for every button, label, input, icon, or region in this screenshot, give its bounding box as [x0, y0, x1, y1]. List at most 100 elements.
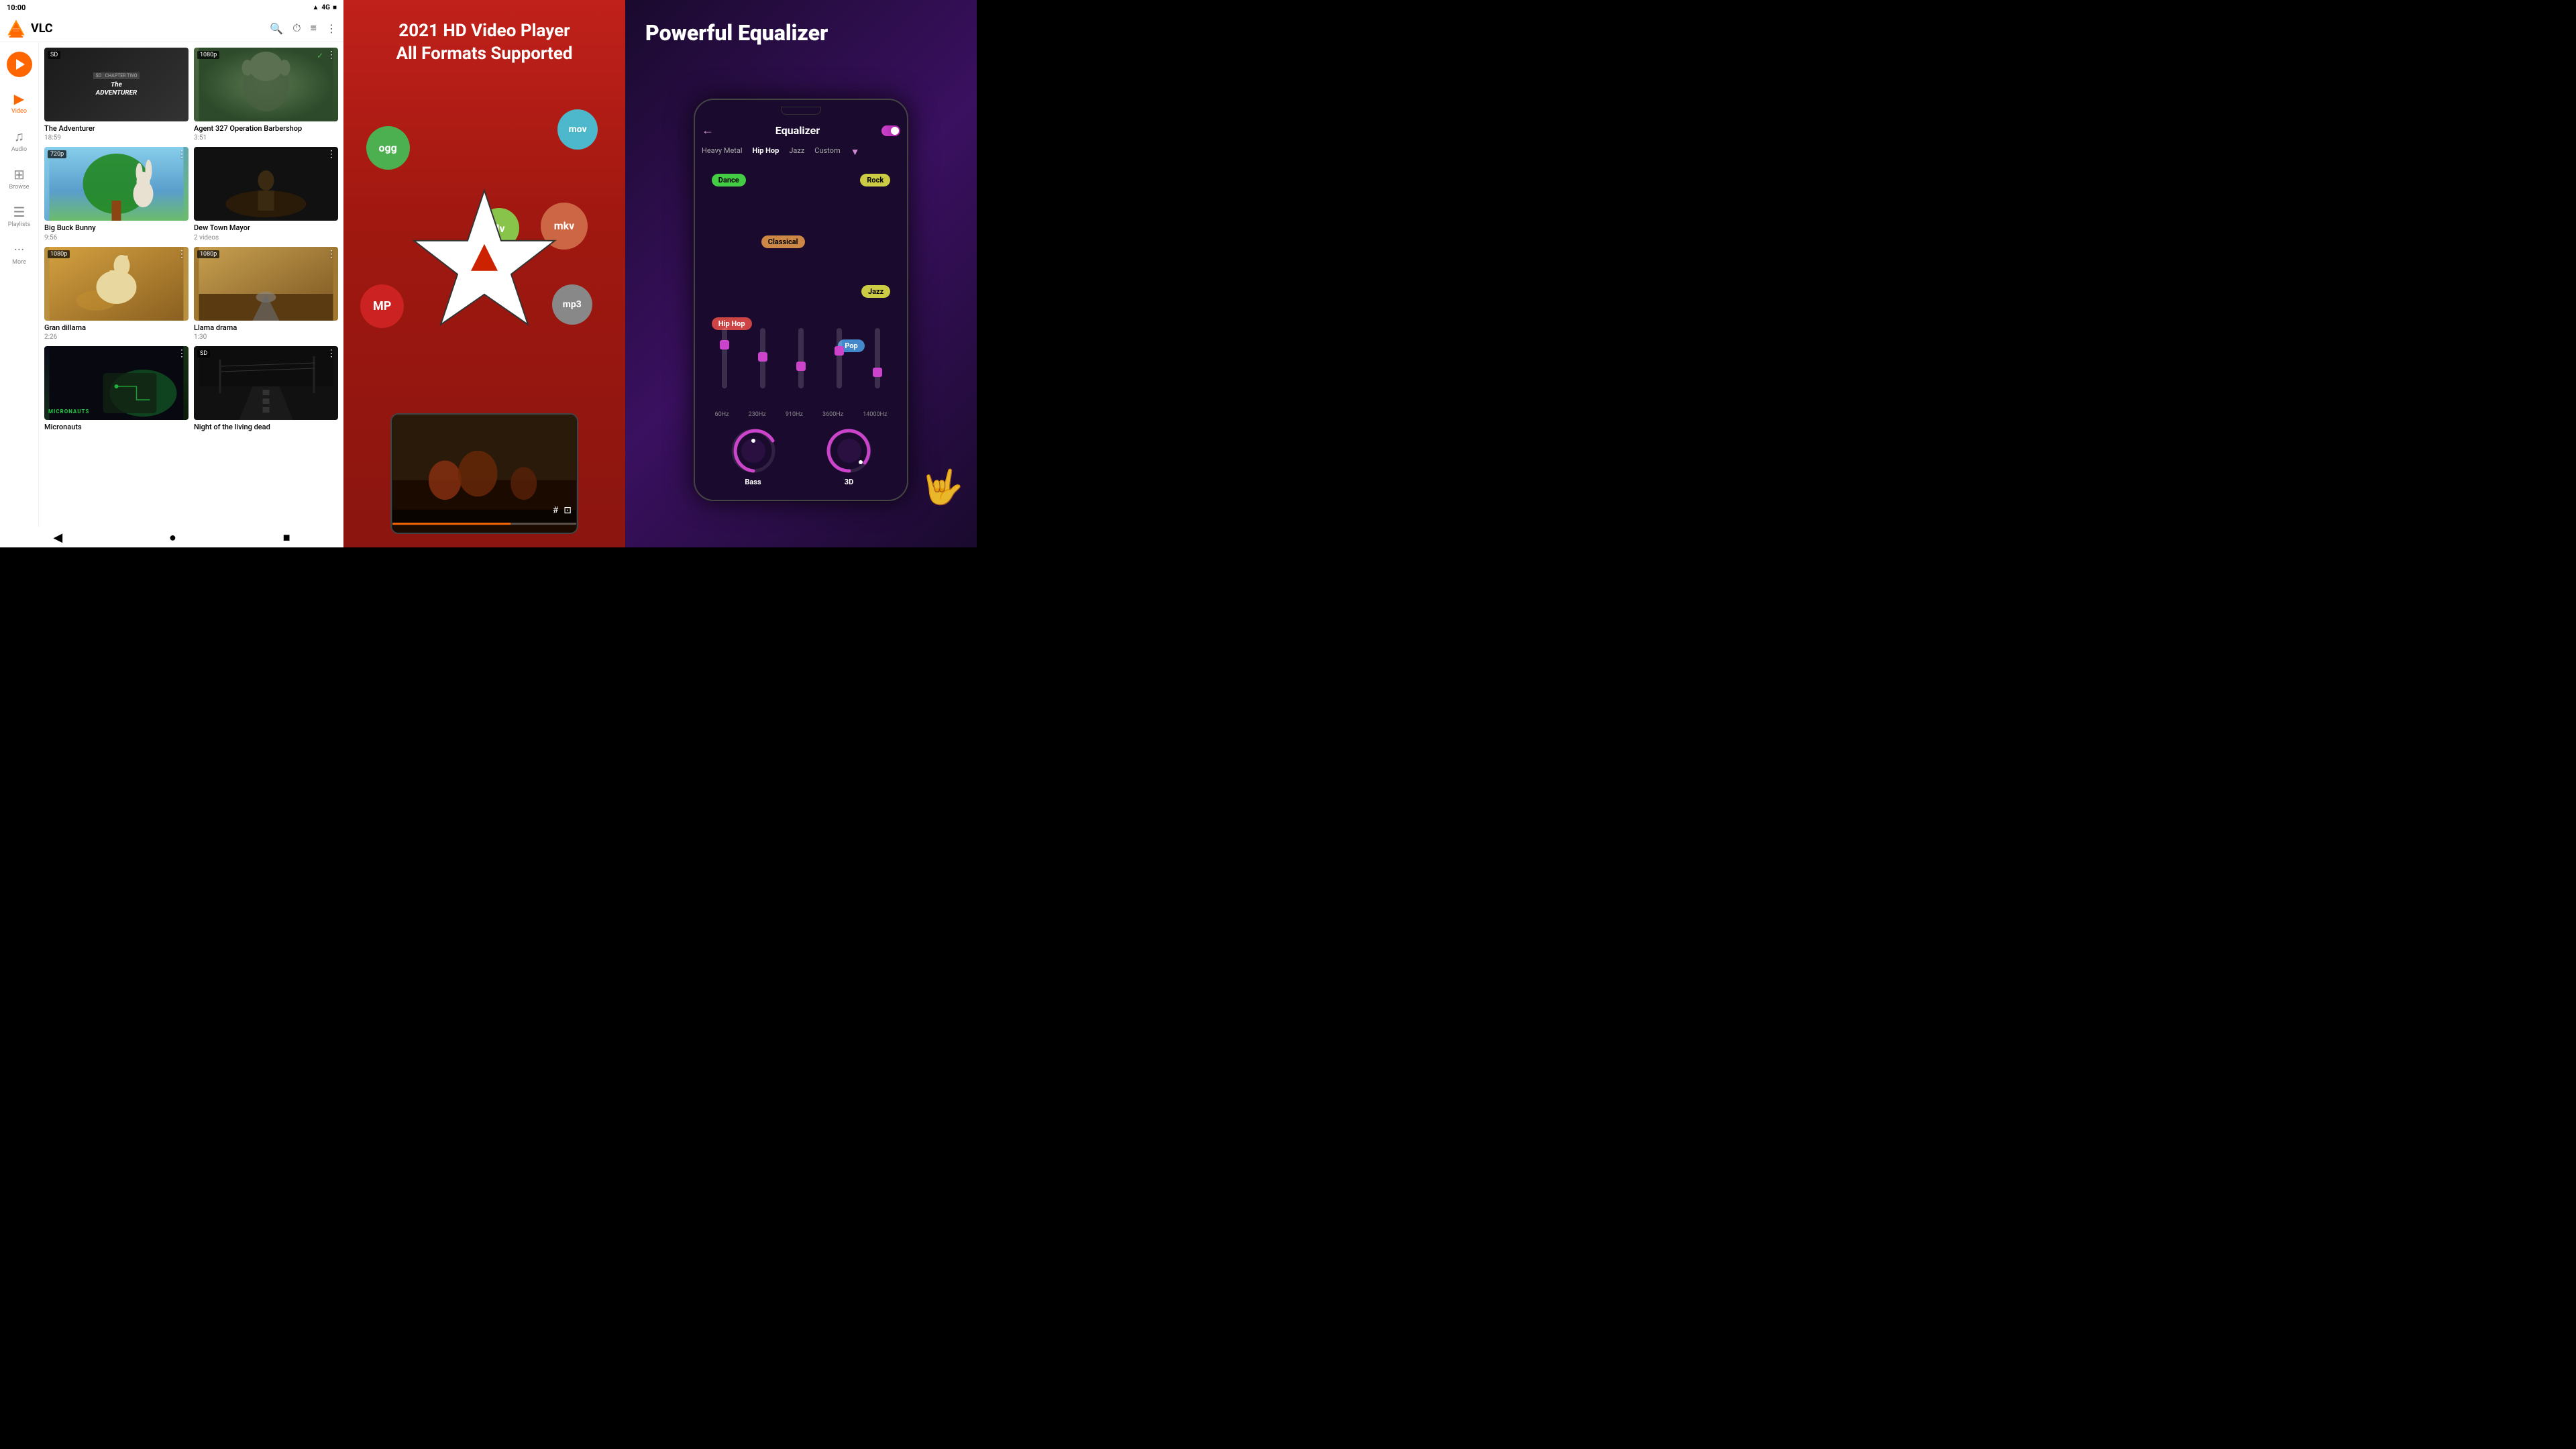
eq-back-icon[interactable]: ← [702, 123, 714, 138]
video-sub-adventurer: 18:59 [44, 134, 189, 142]
video-card-gran[interactable]: 1080p ⋮ Gran dillama 2:26 [44, 247, 189, 341]
home-button[interactable]: ● [169, 531, 176, 545]
video-sub-agent: 3:51 [194, 134, 338, 142]
video-title-gran: Gran dillama [44, 323, 189, 333]
video-thumb-llama: 1080p ⋮ [194, 247, 338, 321]
sidebar-item-more[interactable]: ··· More [0, 236, 38, 271]
promo-title-line2: All Formats Supported [396, 43, 572, 66]
eq-panel-title: Powerful Equalizer [625, 0, 977, 52]
slider-thumb-230hz [758, 352, 767, 362]
equalizer-panel: Powerful Equalizer ← Equalizer Heavy Met… [625, 0, 977, 547]
video-grid: SD CHAPTER TWO TheADVENTURER SD The Adve… [39, 42, 343, 527]
format-bubble-mov: mov [557, 109, 598, 150]
playlists-nav-icon: ☰ [13, 204, 25, 220]
slider-thumb-3600hz [835, 346, 844, 356]
slider-910hz [798, 328, 804, 409]
preset-heavymetal[interactable]: Heavy Metal [702, 146, 743, 158]
video-card-night[interactable]: SD ⋮ Night of the living dead [194, 346, 338, 433]
player-grid-icon[interactable]: # [553, 505, 559, 516]
video-title-agent: Agent 327 Operation Barbershop [194, 124, 338, 133]
video-thumb-night: SD ⋮ [194, 346, 338, 420]
preset-dropdown-icon[interactable]: ▼ [851, 146, 860, 158]
check-icon-agent: ✓ [317, 51, 323, 60]
video-thumb-gran: 1080p ⋮ [44, 247, 189, 321]
video-card-bigbuck[interactable]: 720p ⋮ Big Buck Bunny 9:56 [44, 147, 189, 241]
format-bubble-ogg: ogg [366, 126, 410, 170]
video-title-micronauts: Micronauts [44, 423, 189, 432]
video-thumb-adventurer: SD CHAPTER TWO TheADVENTURER SD [44, 48, 189, 121]
back-button[interactable]: ◀ [53, 531, 62, 545]
freq-60hz: 60Hz [715, 411, 729, 418]
play-button[interactable] [7, 52, 32, 77]
history-icon[interactable]: ⏱ [292, 21, 301, 35]
menu-icon-gran[interactable]: ⋮ [177, 249, 186, 260]
eq-header-title: Equalizer [775, 124, 820, 137]
menu-icon-llama[interactable]: ⋮ [327, 249, 336, 260]
app-title: VLC [31, 21, 270, 36]
format-bubble-mp: MP [360, 284, 404, 328]
preset-jazz[interactable]: Jazz [789, 146, 804, 158]
sidebar-item-video[interactable]: ▶ Video [0, 85, 38, 120]
slider-3600hz [837, 328, 842, 409]
badge-sd-night: SD [197, 350, 210, 358]
star-logo [404, 184, 565, 347]
video-thumb-dew: ⋮ [194, 147, 338, 221]
slider-60hz [722, 328, 727, 409]
slider-thumb-910hz [796, 362, 806, 371]
freq-230hz: 230Hz [749, 411, 766, 418]
sidebar-item-playlists[interactable]: ☰ Playlists [0, 199, 38, 233]
hand-cursor: 🤟 [922, 468, 963, 507]
search-icon[interactable]: 🔍 [270, 22, 283, 35]
promo-title-line1: 2021 HD Video Player [396, 20, 572, 43]
eq-phone-area: ← Equalizer Heavy Metal Hip Hop Jazz Cus… [625, 52, 977, 547]
video-card-agent[interactable]: 1080p ✓ ⋮ Agent 327 Operation Barbershop… [194, 48, 338, 142]
promo-text: 2021 HD Video Player All Formats Support… [382, 0, 586, 79]
badge-1080p-gran: 1080p [48, 250, 70, 258]
bass-knob-label: Bass [745, 478, 761, 486]
video-nav-label: Video [11, 108, 27, 115]
video-card-micronauts[interactable]: MICRONAUTS ⋮ Micronauts [44, 346, 189, 433]
bass-knob[interactable] [730, 427, 777, 474]
recents-button[interactable]: ■ [283, 531, 290, 545]
freq-3600hz: 3600Hz [822, 411, 843, 418]
menu-icon-night[interactable]: ⋮ [327, 348, 336, 359]
sidebar-item-browse[interactable]: ⊞ Browse [0, 161, 38, 196]
status-time: 10:00 [7, 3, 25, 12]
eq-knobs: Bass 3D [702, 421, 900, 493]
video-title-night: Night of the living dead [194, 423, 338, 432]
genre-tag-jazz: Jazz [861, 285, 890, 298]
phone-preview: # ⊡ [390, 413, 578, 534]
promo-panel: 2021 HD Video Player All Formats Support… [343, 0, 625, 547]
header-icons: 🔍 ⏱ ≡ ⋮ [270, 21, 337, 35]
audio-nav-label: Audio [11, 146, 27, 153]
video-title-dew: Dew Town Mayor [194, 223, 338, 233]
menu-icon-dew[interactable]: ⋮ [327, 149, 336, 160]
menu-icon-agent[interactable]: ⋮ [327, 50, 336, 60]
eq-toggle[interactable] [881, 125, 900, 136]
freq-14000hz: 14000Hz [863, 411, 887, 418]
sidebar: ▶ Video ♫ Audio ⊞ Browse ☰ Playlists ···… [0, 42, 39, 527]
browse-nav-icon: ⊞ [13, 166, 25, 182]
slider-track-230hz[interactable] [760, 328, 765, 388]
menu-icon-micronauts[interactable]: ⋮ [177, 348, 186, 359]
player-cast-icon[interactable]: ⊡ [564, 505, 572, 516]
video-thumb-bigbuck: 720p ⋮ [44, 147, 189, 221]
sort-icon[interactable]: ≡ [311, 21, 317, 35]
slider-track-14000hz[interactable] [875, 328, 880, 388]
preset-hiphop[interactable]: Hip Hop [753, 146, 780, 158]
sidebar-item-audio[interactable]: ♫ Audio [0, 123, 38, 158]
preset-custom[interactable]: Custom [814, 146, 840, 158]
video-card-adventurer[interactable]: SD CHAPTER TWO TheADVENTURER SD The Adve… [44, 48, 189, 142]
video-card-llama[interactable]: 1080p ⋮ Llama drama 1:30 [194, 247, 338, 341]
slider-track-60hz[interactable] [722, 328, 727, 388]
vlc-panel: 10:00 ▲ 4G ■ VLC 🔍 ⏱ ≡ ⋮ [0, 0, 343, 547]
more-options-icon[interactable]: ⋮ [326, 22, 337, 35]
nav-bar: ◀ ● ■ [0, 527, 343, 547]
video-card-dew[interactable]: ⋮ Dew Town Mayor 2 videos [194, 147, 338, 241]
3d-knob[interactable] [826, 427, 873, 474]
menu-icon-bigbuck[interactable]: ⋮ [177, 149, 186, 160]
slider-track-3600hz[interactable] [837, 328, 842, 388]
freq-910hz: 910Hz [786, 411, 803, 418]
slider-track-910hz[interactable] [798, 328, 804, 388]
video-sub-dew: 2 videos [194, 234, 338, 241]
